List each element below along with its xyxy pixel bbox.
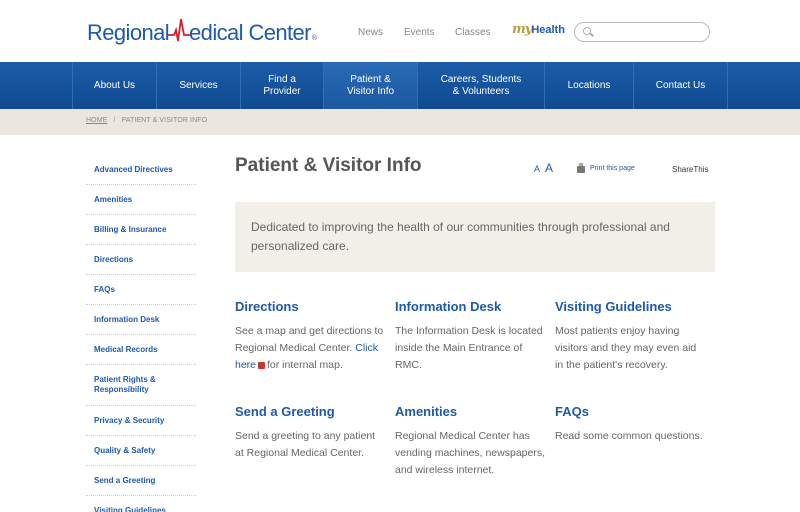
card-title-directions[interactable]: Directions — [235, 299, 385, 314]
nav-item-label-line1: Careers, Students — [440, 73, 522, 85]
card-suffix: for internal map. — [267, 359, 343, 371]
nav-item-about-us[interactable]: About Us — [72, 62, 156, 109]
nav-item-label-line1: Patient & — [350, 73, 391, 85]
myhealth-link[interactable]: myHealth — [512, 22, 565, 37]
site-logo[interactable]: Regional edical Center ® — [87, 14, 317, 46]
intro-text: Dedicated to improving the health of our… — [251, 220, 670, 253]
card-directions: Directions See a map and get directions … — [235, 299, 385, 374]
card-text: Read some common questions. — [555, 430, 703, 442]
nav-item-careers[interactable]: Careers, Students & Volunteers — [417, 62, 544, 109]
intro-box: Dedicated to improving the health of our… — [235, 202, 715, 272]
card-text: See a map and get directions to Regional… — [235, 323, 385, 374]
print-page-link[interactable]: Print this page — [590, 165, 635, 172]
card-faqs: FAQs Read some common questions. — [555, 404, 705, 445]
nav-item-label-line2: Provider — [263, 85, 301, 97]
card-text: Most patients enjoy having visitors and … — [555, 325, 697, 371]
logo-registered-mark: ® — [311, 35, 317, 42]
nav-item-services[interactable]: Services — [156, 62, 240, 109]
myhealth-my-text: my — [512, 22, 532, 37]
breadcrumb-home-link[interactable]: HOME — [86, 117, 107, 124]
pdf-icon — [258, 361, 266, 369]
card-title-visiting-guidelines[interactable]: Visiting Guidelines — [555, 299, 705, 314]
sidebar-item-send-a-greeting[interactable]: Send a Greeting — [86, 466, 196, 496]
nav-item-label-line2: Visitor Info — [346, 85, 395, 97]
nav-item-find-a-provider[interactable]: Find a Provider — [240, 62, 323, 109]
sidebar-item-visiting-guidelines[interactable]: Visiting Guidelines — [86, 496, 196, 512]
nav-item-label: About Us — [93, 79, 136, 91]
breadcrumb-bar: HOME / PATIENT & VISITOR INFO — [0, 109, 800, 135]
logo-text-medical-center: edical Center — [189, 20, 311, 45]
site-header: Regional edical Center ® News Events Cla… — [0, 0, 800, 62]
main-navigation: About Us Services Find a Provider Patient… — [0, 62, 800, 109]
card-amenities: Amenities Regional Medical Center has ve… — [395, 404, 545, 479]
sidebar-item-faqs[interactable]: FAQs — [86, 275, 196, 305]
nav-item-label-line1: Find a — [268, 73, 296, 85]
myhealth-health-text: Health — [531, 24, 565, 36]
sidebar-item-patient-rights[interactable]: Patient Rights & Responsibility — [86, 365, 196, 406]
printer-icon[interactable] — [577, 163, 585, 173]
sidebar-item-privacy-security[interactable]: Privacy & Security — [86, 406, 196, 436]
card-title-faqs[interactable]: FAQs — [555, 404, 705, 419]
nav-item-label-line2: & Volunteers — [452, 85, 510, 97]
nav-link-events[interactable]: Events — [404, 27, 435, 38]
card-title-information-desk[interactable]: Information Desk — [395, 299, 545, 314]
logo-text-regional: Regional — [87, 20, 170, 45]
sidebar-item-quality-safety[interactable]: Quality & Safety — [86, 436, 196, 466]
share-this-button[interactable]: ShareThis — [672, 165, 708, 174]
sidebar-item-directions[interactable]: Directions — [86, 245, 196, 275]
sidebar-item-medical-records[interactable]: Medical Records — [86, 335, 196, 365]
card-text: Send a greeting to any patient at Region… — [235, 430, 376, 459]
sidebar-item-amenities[interactable]: Amenities — [86, 185, 196, 215]
card-information-desk: Information Desk The Information Desk is… — [395, 299, 545, 374]
breadcrumb-current: PATIENT & VISITOR INFO — [121, 117, 208, 124]
card-send-a-greeting: Send a Greeting Send a greeting to any p… — [235, 404, 385, 462]
search-icon[interactable] — [583, 27, 591, 35]
nav-item-label: Contact Us — [655, 79, 706, 91]
nav-divider — [727, 62, 728, 109]
nav-link-news[interactable]: News — [358, 27, 383, 38]
search-box[interactable] — [574, 22, 710, 42]
sidebar-item-advanced-directives[interactable]: Advanced Directives — [86, 155, 196, 185]
card-text: Regional Medical Center has vending mach… — [395, 430, 546, 476]
nav-item-patient-visitor-info[interactable]: Patient & Visitor Info — [323, 62, 417, 109]
nav-item-label: Locations — [567, 79, 611, 91]
nav-item-locations[interactable]: Locations — [544, 62, 633, 109]
sidebar-item-billing-insurance[interactable]: Billing & Insurance — [86, 215, 196, 245]
card-text: The Information Desk is located inside t… — [395, 325, 543, 371]
nav-link-classes[interactable]: Classes — [455, 27, 491, 38]
nav-item-contact-us[interactable]: Contact Us — [633, 62, 727, 109]
search-input[interactable] — [595, 25, 705, 39]
card-title-send-a-greeting[interactable]: Send a Greeting — [235, 404, 385, 419]
sidebar-item-information-desk[interactable]: Information Desk — [86, 305, 196, 335]
breadcrumb-separator: / — [113, 117, 116, 124]
nav-item-label: Services — [179, 79, 218, 91]
card-title-amenities[interactable]: Amenities — [395, 404, 545, 419]
font-size-large-button[interactable]: A — [545, 161, 553, 175]
breadcrumb: HOME / PATIENT & VISITOR INFO — [86, 117, 207, 124]
ekg-m-icon — [168, 18, 191, 42]
card-visiting-guidelines: Visiting Guidelines Most patients enjoy … — [555, 299, 705, 374]
page-title: Patient & Visitor Info — [235, 155, 422, 176]
sidebar-nav: Advanced Directives Amenities Billing & … — [86, 155, 196, 512]
font-size-small-button[interactable]: A — [534, 164, 540, 174]
